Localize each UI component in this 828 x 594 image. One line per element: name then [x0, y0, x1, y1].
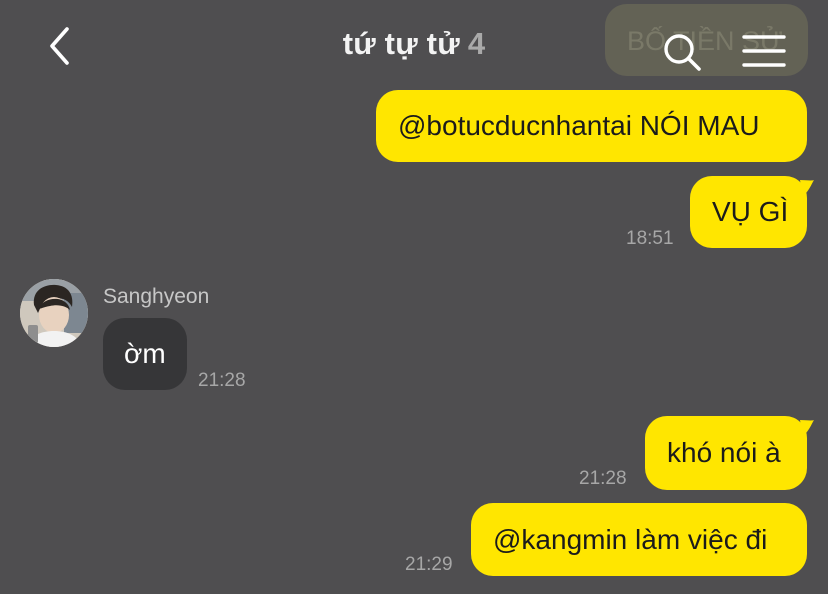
chat-room-name: tứ tự tử	[342, 26, 460, 61]
search-button[interactable]	[660, 30, 704, 74]
their-message-bubble[interactable]: ờm	[103, 318, 187, 390]
menu-button[interactable]	[742, 32, 786, 72]
message-timestamp: 21:29	[405, 554, 453, 575]
bubble-tail	[800, 180, 814, 196]
message-text: khó nói à	[667, 437, 781, 468]
bubble-tail	[800, 420, 814, 436]
my-message-bubble[interactable]: VỤ GÌ	[690, 176, 807, 248]
profile-photo-icon	[20, 279, 88, 347]
my-message-bubble[interactable]: @kangmin làm việc đi	[471, 503, 807, 576]
message-text: @botucducnhantai NÓI MAU	[398, 110, 760, 141]
message-timestamp: 21:28	[198, 370, 246, 391]
avatar[interactable]	[20, 279, 88, 347]
message-text: ờm	[124, 338, 166, 369]
chat-header: BỐ TIỀN SỬ tứ tự tử 4	[0, 0, 828, 88]
my-message-bubble[interactable]: @botucducnhantai NÓI MAU	[376, 90, 807, 162]
message-text: @kangmin làm việc đi	[493, 523, 768, 555]
message-timestamp: 18:51	[626, 228, 674, 249]
message-timestamp: 21:28	[579, 468, 627, 489]
message-text: VỤ GÌ	[712, 196, 789, 227]
member-count: 4	[467, 26, 486, 61]
hamburger-menu-icon	[742, 35, 786, 67]
my-message-bubble[interactable]: khó nói à	[645, 416, 807, 490]
search-icon	[664, 34, 701, 71]
sender-name: Sanghyeon	[103, 285, 210, 308]
